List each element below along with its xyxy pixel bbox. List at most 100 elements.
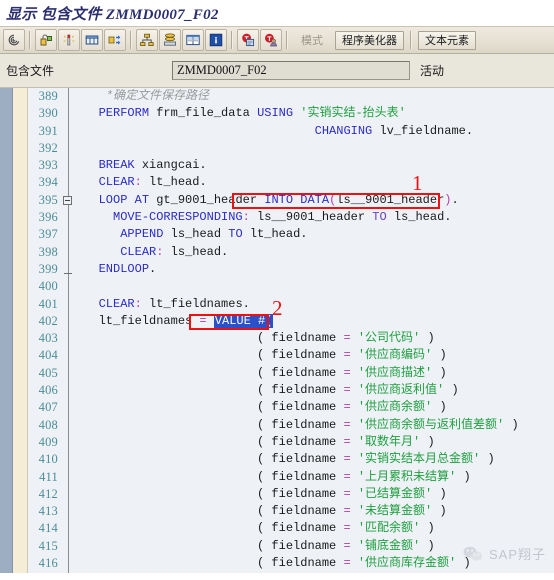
line-number: 416 [38, 556, 58, 571]
code-line[interactable]: BREAK xiangcai. [75, 157, 554, 174]
line-number: 402 [38, 313, 58, 328]
code-token: : [242, 210, 250, 225]
code-token: '供应商描述' [357, 365, 433, 380]
code-line[interactable]: ( fieldname = '供应商描述' ) [75, 365, 554, 382]
include-name-input[interactable] [172, 61, 410, 80]
code-token: '取数年月' [357, 434, 421, 449]
user-red-icon[interactable] [260, 29, 282, 51]
code-token: = [343, 348, 351, 363]
code-token: . [451, 192, 459, 207]
code-token: APPEND [120, 227, 164, 242]
toolbar-separator [231, 31, 233, 49]
code-line[interactable]: ( fieldname = '已结算金额' ) [75, 486, 554, 503]
code-token: '供应商余额与返利值差额' [357, 417, 505, 432]
code-token: ( fieldname [77, 417, 344, 432]
code-line[interactable]: CLEAR: lt_head. [75, 174, 554, 191]
code-line[interactable]: lt_fieldnames = VALUE #( [75, 313, 554, 330]
code-line[interactable]: APPEND ls_head TO lt_head. [75, 226, 554, 243]
code-token: CLEAR [120, 244, 157, 259]
stack-objects-icon[interactable] [159, 29, 181, 51]
spiral-icon[interactable] [3, 29, 25, 51]
code-token: ls__9001_header [336, 192, 445, 207]
code-line[interactable]: CLEAR: ls_head. [75, 244, 554, 261]
line-number: 411 [39, 469, 58, 484]
code-line[interactable]: ( fieldname = '取数年月' ) [75, 434, 554, 451]
code-token: MOVE-CORRESPONDING [113, 210, 243, 225]
code-token: '实销实结本月总金额' [357, 452, 481, 467]
editor-breakpoint-column[interactable] [13, 88, 28, 573]
code-content-area[interactable]: *确定文件保存路径 PERFORM frm_file_data USING '实… [75, 88, 554, 573]
line-number-gutter: 389 390 391 392 393 394 395 396 397 398 399 400 401 4… [28, 88, 61, 573]
code-line[interactable]: ( fieldname = '供应商余额' ) [75, 399, 554, 416]
code-line[interactable]: ( fieldname = '未结算金额' ) [75, 503, 554, 520]
toolbar-separator [29, 31, 31, 49]
code-line[interactable]: ( fieldname = '实销实结本月总金额' ) [75, 451, 554, 468]
wechat-icon [463, 546, 483, 561]
text-elements-button[interactable]: 文本元素 [418, 30, 476, 50]
code-token: ( fieldname [77, 331, 344, 346]
code-token: TO [228, 227, 243, 242]
code-line[interactable]: ). [75, 572, 554, 573]
code-line[interactable]: ( fieldname = '公司代码' ) [75, 330, 554, 347]
code-line[interactable]: CLEAR: lt_fieldnames. [75, 296, 554, 313]
information-icon[interactable] [205, 29, 227, 51]
hierarchy-icon[interactable] [136, 29, 158, 51]
code-fold-column[interactable] [61, 88, 75, 573]
code-line[interactable]: CHANGING lv_fieldname. [75, 123, 554, 140]
code-token: = [343, 383, 351, 398]
mode-button[interactable]: 模式 [294, 31, 330, 50]
code-line[interactable] [75, 140, 554, 157]
code-line[interactable]: ( fieldname = '匹配余额' ) [75, 520, 554, 537]
code-line[interactable]: ( fieldname = '供应商余额与返利值差额' ) [75, 417, 554, 434]
code-token: ) [480, 452, 495, 467]
code-token: ) [420, 538, 435, 553]
document-red-icon[interactable] [237, 29, 259, 51]
line-number: 404 [38, 348, 58, 363]
wand-insert-icon[interactable] [58, 29, 80, 51]
code-token: ls_head [163, 227, 229, 242]
code-token: ) [432, 365, 447, 380]
code-line[interactable]: ( fieldname = '上月累积未结算' ) [75, 469, 554, 486]
line-number: 399 [38, 261, 58, 276]
line-number: 393 [38, 158, 58, 173]
code-token: = [343, 486, 351, 501]
unlock-display-icon[interactable] [35, 29, 57, 51]
table-view-icon[interactable] [182, 29, 204, 51]
fold-end-marker [64, 273, 72, 274]
code-token: LOOP AT [98, 192, 150, 207]
fold-toggle-loop[interactable] [63, 195, 72, 205]
code-line[interactable]: ENDLOOP. [75, 261, 554, 278]
code-token: ( fieldname [77, 538, 344, 553]
code-line[interactable]: ( fieldname = '供应商编码' ) [75, 347, 554, 364]
code-token: ) [432, 400, 447, 415]
line-number: 414 [38, 521, 58, 536]
navigate-arrows-icon[interactable] [104, 29, 126, 51]
code-line[interactable]: *确定文件保存路径 [75, 88, 554, 105]
code-line[interactable]: MOVE-CORRESPONDING: ls__9001_header TO l… [75, 209, 554, 226]
code-line[interactable]: LOOP AT gt_9001_header INTO DATA(ls__900… [75, 192, 554, 209]
screen-layout-icon[interactable] [81, 29, 103, 51]
code-token: ) [420, 521, 435, 536]
code-line[interactable] [75, 278, 554, 295]
code-editor[interactable]: 389 390 391 392 393 394 395 396 397 398 399 400 401 4… [0, 88, 554, 573]
line-number: 394 [38, 175, 58, 190]
code-token: ) [432, 348, 447, 363]
pretty-printer-button[interactable]: 程序美化器 [335, 30, 404, 50]
code-line[interactable]: PERFORM frm_file_data USING '实销实结-抬头表' [75, 105, 554, 122]
code-token: '已结算金额' [357, 486, 433, 501]
code-token: PERFORM [98, 106, 150, 121]
code-token: ls_head. [163, 244, 229, 259]
code-token: ) [444, 192, 452, 207]
code-line[interactable]: ( fieldname = '供应商返利值' ) [75, 382, 554, 399]
